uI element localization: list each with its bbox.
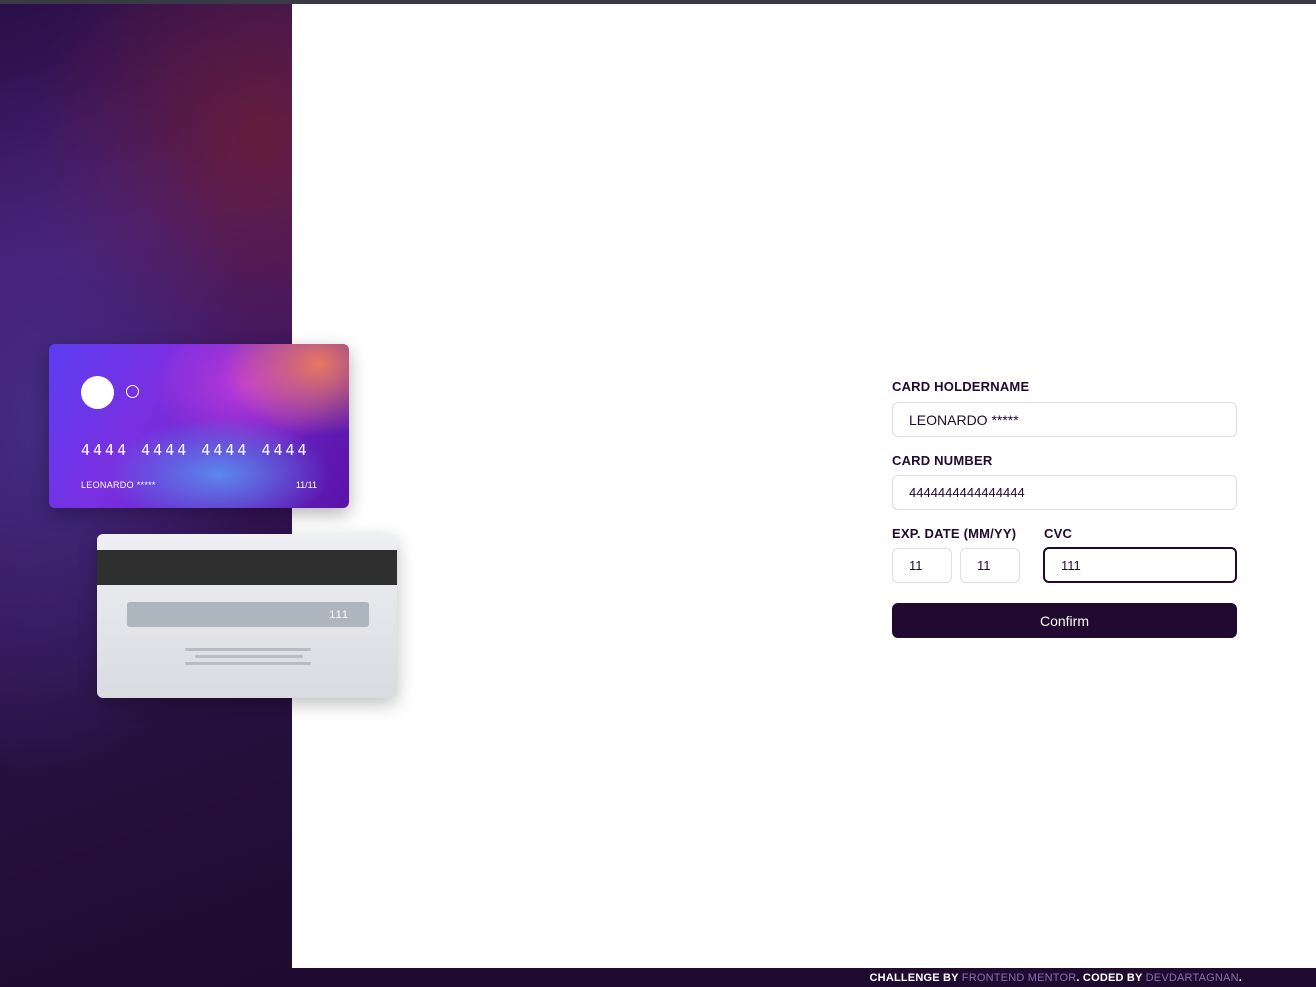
attribution-suffix: . [1238, 972, 1242, 984]
card-number-input[interactable] [892, 475, 1237, 510]
exp-date-label: EXP. DATE (MM/YY) [892, 526, 1017, 541]
cvc-label: CVC [1044, 526, 1073, 541]
attribution-prefix: CHALLENGE BY [869, 972, 962, 984]
card-logo-outline-icon [126, 385, 139, 398]
signature-strip: 111 [127, 602, 369, 627]
footer-bar: CHALLENGE BY FRONTEND MENTOR. CODED BY D… [292, 968, 1316, 987]
attribution-middle: . CODED BY [1076, 972, 1146, 984]
cvc-input[interactable] [1043, 547, 1237, 583]
card-back-fine-print [185, 648, 311, 669]
cardholder-name-label: CARD HOLDERNAME [892, 379, 1030, 394]
card-front: 4444 4444 4444 4444 LEONARDO ***** 11/11 [49, 344, 349, 508]
author-link[interactable]: DEVDARTAGNAN [1146, 972, 1239, 984]
cardholder-name-input[interactable] [892, 402, 1237, 437]
card-front-number: 4444 4444 4444 4444 [81, 441, 310, 459]
exp-month-input[interactable] [892, 548, 952, 583]
card-back: 111 [97, 534, 397, 698]
card-back-cvc: 111 [329, 609, 349, 621]
frontend-mentor-link[interactable]: FRONTEND MENTOR [962, 972, 1077, 984]
card-number-label: CARD NUMBER [892, 453, 993, 468]
card-front-holder-name: LEONARDO ***** [81, 480, 156, 490]
card-logo-filled-icon [81, 376, 114, 409]
magnetic-strip [97, 550, 397, 585]
confirm-button[interactable]: Confirm [892, 603, 1237, 638]
exp-year-input[interactable] [960, 548, 1020, 583]
attribution: CHALLENGE BY FRONTEND MENTOR. CODED BY D… [870, 972, 1242, 984]
card-front-expiry: 11/11 [295, 480, 317, 490]
